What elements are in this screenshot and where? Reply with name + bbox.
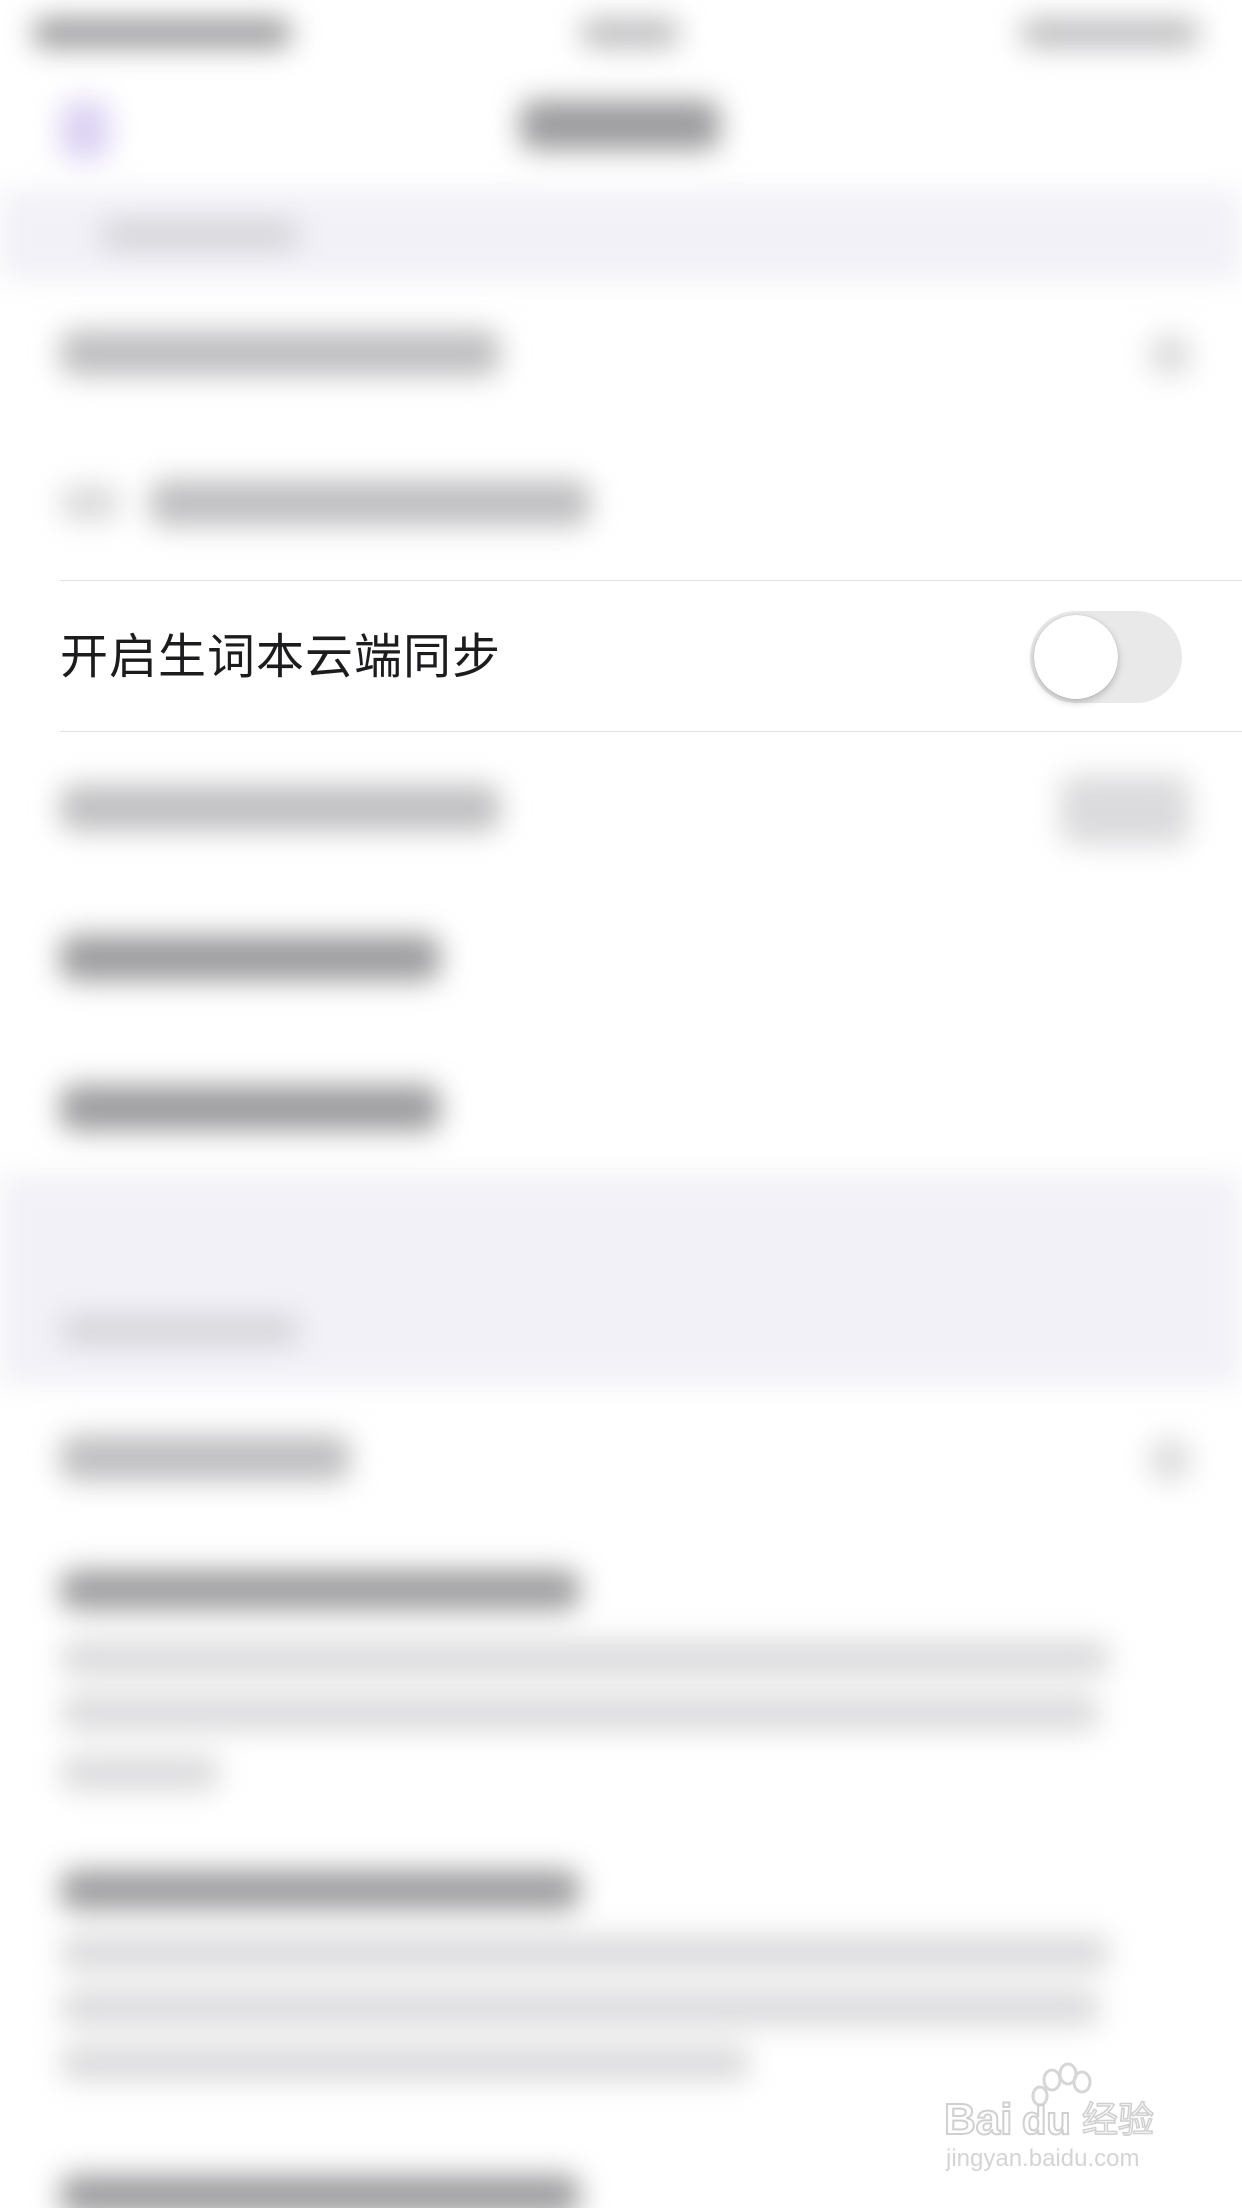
group-header-text-2 <box>60 1315 300 1345</box>
status-bar-carrier <box>32 18 292 48</box>
blurred-paragraph-title-2 <box>60 1870 580 1910</box>
blurred-row-1[interactable] <box>60 330 500 376</box>
blurred-row-4[interactable] <box>60 935 440 981</box>
baidu-jingyan-watermark: Bai du 经验 jingyan.baidu.com <box>943 2062 1155 2172</box>
blurred-paragraph-line-2 <box>60 1695 1100 1731</box>
blurred-row-5[interactable] <box>60 1085 440 1131</box>
settings-screen: 开启生词本云端同步 Bai du 经验 jingyan.baidu.com <box>0 0 1242 2208</box>
group-separator-band <box>0 1175 1242 1385</box>
blurred-top-area <box>0 0 1242 600</box>
blurred-row-2-prefix <box>60 485 120 521</box>
vocab-cloud-sync-label: 开启生词本云端同步 <box>60 629 502 685</box>
blurred-toggle[interactable] <box>1060 775 1190 845</box>
status-bar-battery <box>1020 18 1200 48</box>
toggle-knob <box>1034 615 1118 699</box>
blurred-bottom-area <box>0 735 1242 2208</box>
blurred-paragraph-line-5 <box>60 1990 1100 2026</box>
vocab-cloud-sync-toggle[interactable] <box>1030 611 1182 703</box>
blurred-paragraph-line-3 <box>60 1755 220 1791</box>
chevron-right-icon-2 <box>1150 1440 1190 1480</box>
svg-text:经验: 经验 <box>1082 2100 1154 2141</box>
back-icon[interactable] <box>60 100 110 160</box>
chevron-right-icon <box>1150 335 1190 375</box>
svg-text:du: du <box>1022 2099 1071 2143</box>
blurred-paragraph-line-1 <box>60 1640 1110 1676</box>
svg-text:Bai: Bai <box>944 2095 1012 2144</box>
blurred-paragraph-title-3 <box>60 2175 580 2208</box>
blurred-paragraph-title-1 <box>60 1570 580 1610</box>
blurred-paragraph-line-6 <box>60 2045 750 2081</box>
status-bar-time <box>580 18 680 48</box>
blurred-paragraph-line-4 <box>60 1935 1110 1971</box>
blurred-row-6[interactable] <box>60 1435 350 1481</box>
blurred-row-2[interactable] <box>150 480 590 526</box>
blurred-row-3[interactable] <box>60 785 500 831</box>
row-divider-bottom <box>60 731 1242 732</box>
nav-title <box>520 100 720 150</box>
group-header-text <box>100 220 300 250</box>
vocab-cloud-sync-row: 开启生词本云端同步 <box>0 581 1242 731</box>
svg-text:jingyan.baidu.com: jingyan.baidu.com <box>945 2145 1139 2172</box>
